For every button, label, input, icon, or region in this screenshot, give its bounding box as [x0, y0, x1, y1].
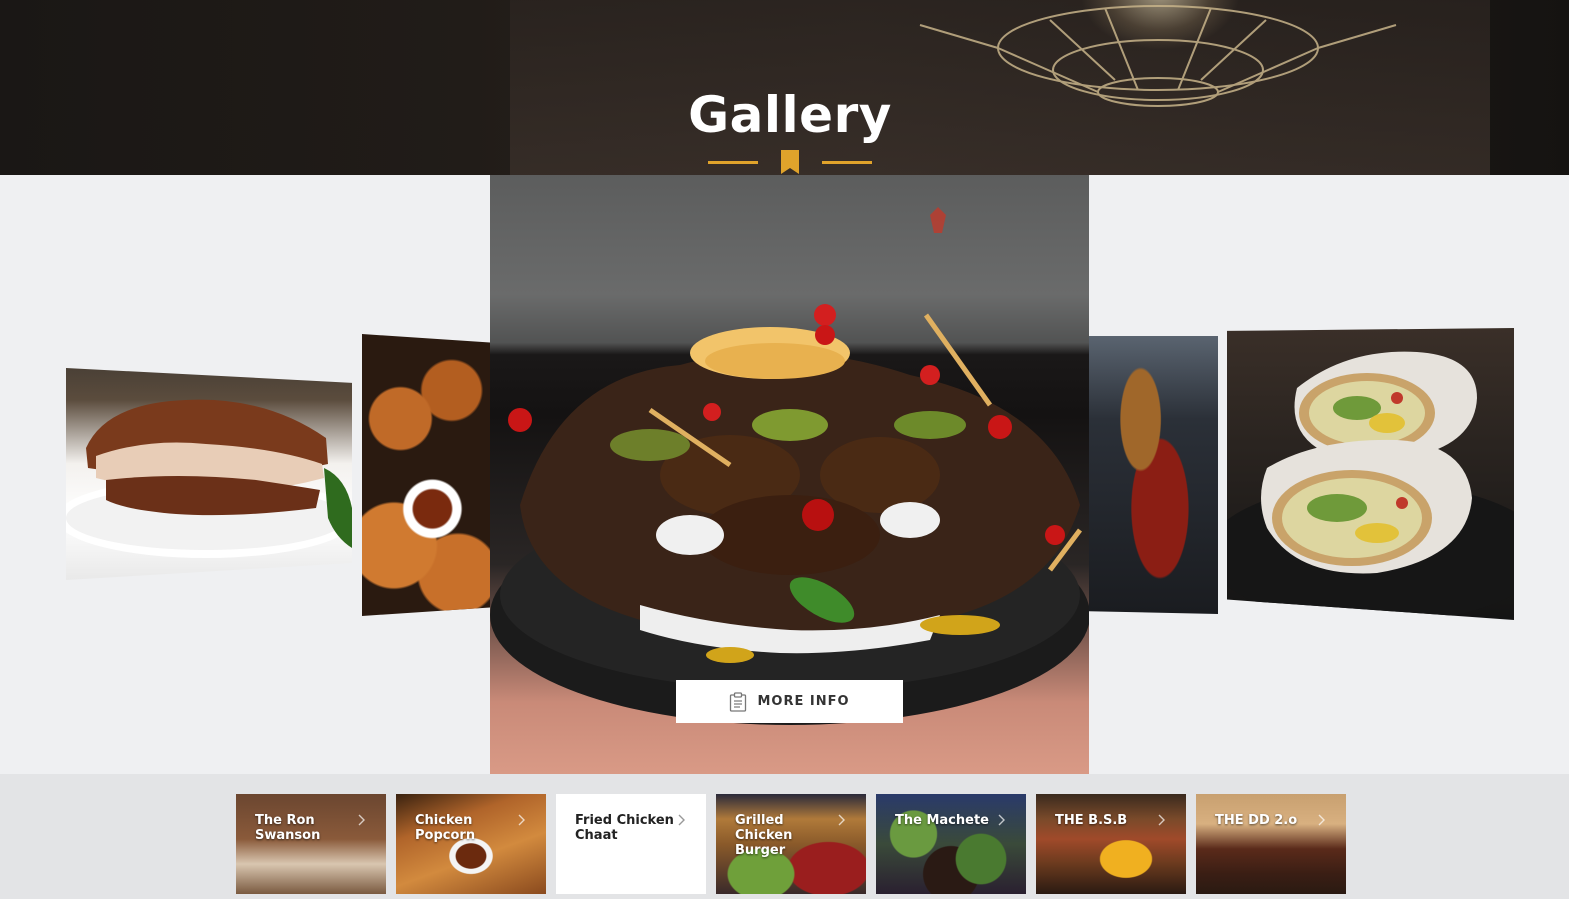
chevron-right-icon — [678, 814, 685, 826]
clipboard-icon — [730, 691, 747, 712]
thumbnail-fried-chicken-chaat[interactable]: Fried Chicken Chaat — [556, 794, 706, 894]
thumbnail-the-dd[interactable]: THE DD 2.o — [1196, 794, 1346, 894]
carousel-slide-chicken-popcorn[interactable] — [362, 334, 490, 616]
thumbnail-label: Fried Chicken Chaat — [575, 813, 674, 843]
chevron-right-icon — [998, 814, 1005, 826]
divider-line-left — [708, 161, 758, 164]
thumbnail-label: Grilled Chicken Burger — [735, 813, 793, 858]
chevron-right-icon — [518, 814, 525, 826]
thumbnail-strip: The Ron Swanson Chicken Popcorn Fried Ch… — [0, 774, 1569, 899]
thumbnail-label: THE DD 2.o — [1215, 813, 1298, 828]
more-info-button[interactable]: MORE INFO — [676, 680, 903, 723]
title-divider — [708, 148, 872, 174]
thumbnail-label: The Machete — [895, 813, 989, 828]
the-machete-image — [1227, 351, 1514, 620]
gallery-header: Gallery — [0, 0, 1569, 175]
ron-swanson-image — [66, 399, 352, 558]
thumbnail-grilled-chicken-burger[interactable]: Grilled Chicken Burger — [716, 794, 866, 894]
thumbnail-ron-swanson[interactable]: The Ron Swanson — [236, 794, 386, 894]
chevron-right-icon — [358, 814, 365, 826]
chevron-right-icon — [1318, 814, 1325, 826]
thumbnail-label: Chicken Popcorn — [415, 813, 476, 843]
thumbnail-chicken-popcorn[interactable]: Chicken Popcorn — [396, 794, 546, 894]
carousel-slide-the-machete[interactable] — [1227, 328, 1514, 620]
page-title: Gallery — [688, 86, 892, 144]
chevron-right-icon — [838, 814, 845, 826]
thumbnail-label: THE B.S.B — [1055, 813, 1128, 828]
more-info-label: MORE INFO — [757, 694, 850, 709]
carousel-slide-ron-swanson[interactable] — [66, 368, 352, 580]
thumbnail-the-bsb[interactable]: THE B.S.B — [1036, 794, 1186, 894]
carousel-slide-grilled-chicken-burger[interactable] — [1089, 336, 1218, 614]
thumbnail-label: The Ron Swanson — [255, 813, 321, 843]
thumbnail-the-machete[interactable]: The Machete — [876, 794, 1026, 894]
bookmark-icon — [781, 150, 799, 174]
divider-line-right — [822, 161, 872, 164]
chevron-right-icon — [1158, 814, 1165, 826]
